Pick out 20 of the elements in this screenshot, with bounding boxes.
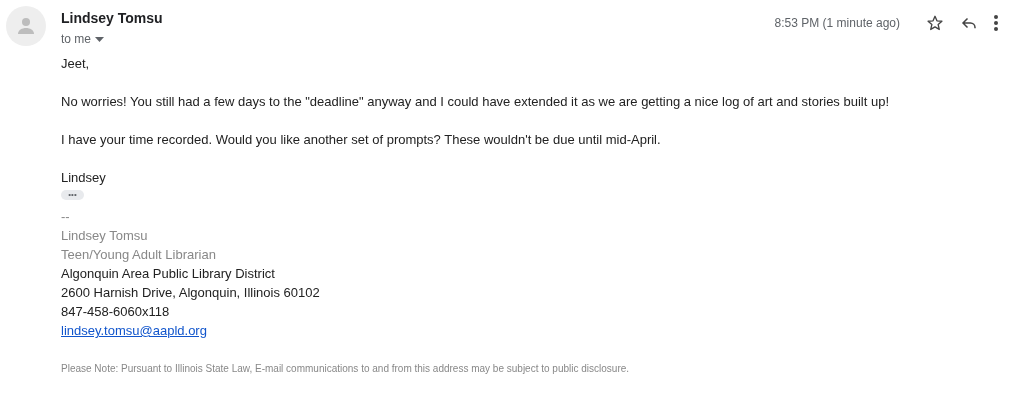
person-icon <box>17 17 35 35</box>
message-paragraph: Lindsey <box>61 169 107 187</box>
message-paragraph: Jeet, <box>61 55 91 73</box>
recipient-label: to me <box>61 32 91 46</box>
sender-name: Lindsey Tomsu <box>61 10 164 28</box>
signature-line: 2600 Harnish Drive, Algonquin, Illinois 60102 <box>61 285 320 300</box>
signature-line: 847-458-6060x118 <box>61 304 170 319</box>
message-paragraph: No worries! You still had a few days to the "deadline" anyway and I could have extended it as we are getting a nice log of art and stories built up! <box>61 93 890 111</box>
message-paragraph: I have your time recorded. Would you like another set of prompts? These wouldn't be due until mid-April. <box>61 131 662 149</box>
signature-line: Lindsey Tomsu <box>61 228 148 243</box>
signature-line: Algonquin Area Public Library District <box>61 266 275 281</box>
signature-line: Teen/Young Adult Librarian <box>61 247 216 262</box>
email-link[interactable]: lindsey.tomsu@aapld.org <box>61 323 207 338</box>
show-trimmed-content-button[interactable]: ••• <box>61 190 84 200</box>
timestamp: 8:53 PM (1 minute ago) <box>774 16 900 30</box>
disclaimer-text: Please Note: Pursuant to Illinois State Law, E-mail communications to and from this address may be subject to public disclosure. <box>61 363 631 374</box>
more-options-button[interactable] <box>994 15 998 31</box>
caret-icon[interactable] <box>95 36 104 42</box>
signature-line: -- <box>61 209 70 224</box>
star-button[interactable] <box>926 14 944 32</box>
